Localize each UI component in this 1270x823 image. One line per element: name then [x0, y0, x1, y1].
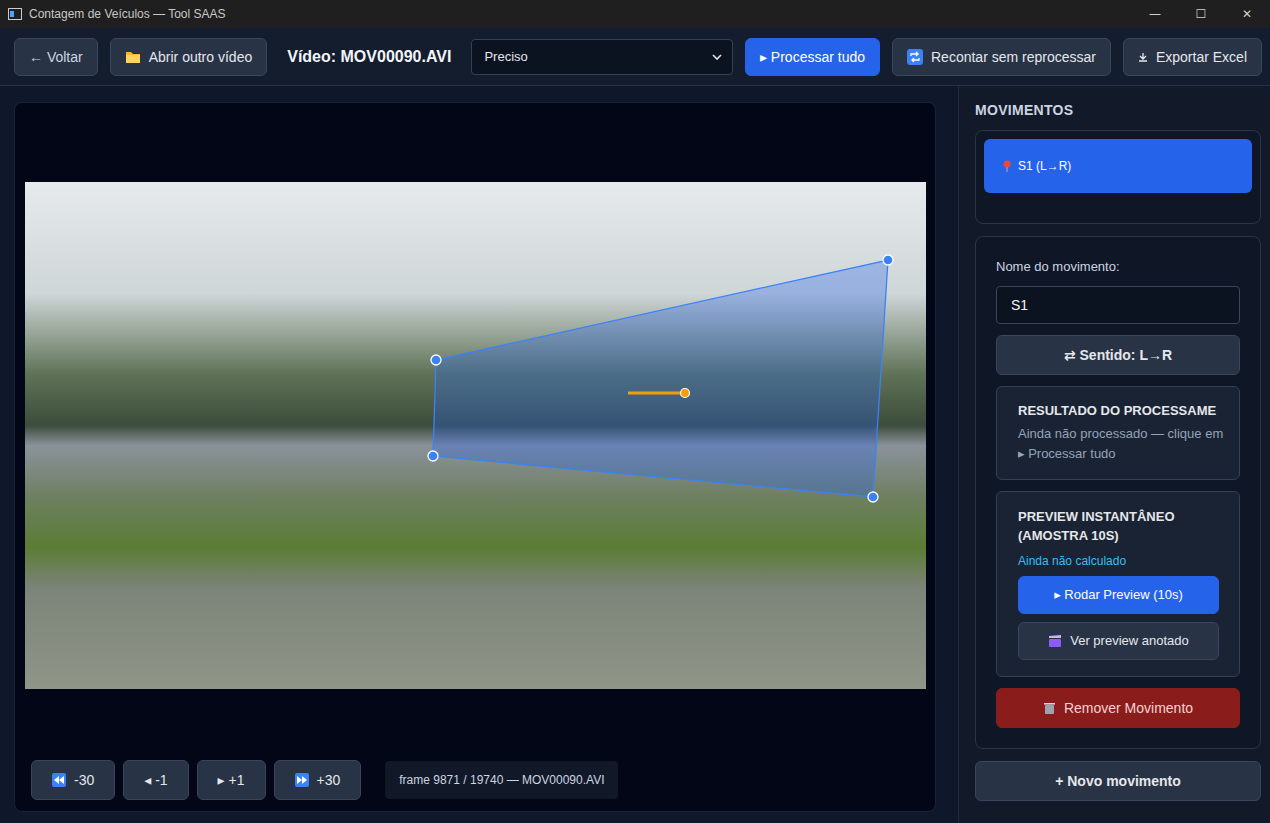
- movements-list: S1 (L→R): [975, 130, 1261, 224]
- result-section: RESULTADO DO PROCESSAME Ainda não process…: [996, 386, 1240, 480]
- window-control[interactable]: ✕: [1224, 0, 1270, 28]
- rewind-icon: [52, 773, 66, 787]
- roi-handle[interactable]: [868, 492, 878, 502]
- recount-button[interactable]: Recontar sem reprocessar: [892, 38, 1111, 76]
- export-excel-button[interactable]: Exportar Excel: [1123, 38, 1262, 76]
- seek-button[interactable]: ◂ -1: [123, 760, 188, 800]
- video-label: Vídeo: MOV00090.AVI: [279, 48, 459, 66]
- player-controls: -30◂ -1▸ +1+30 frame 9871 / 19740 — MOV00…: [15, 760, 935, 811]
- run-preview-button[interactable]: ▸ Rodar Preview (10s): [1018, 576, 1219, 614]
- new-movement-button[interactable]: + Novo movimento: [975, 761, 1261, 801]
- video-frame: [25, 182, 926, 689]
- download-icon: [1138, 52, 1148, 62]
- result-title: RESULTADO DO PROCESSAME: [1018, 403, 1229, 418]
- preview-status: Ainda não calculado: [1018, 554, 1219, 568]
- roi-handle[interactable]: [883, 255, 893, 265]
- folder-icon: [125, 50, 141, 64]
- title-bar: Contagem de Veículos — Tool SAAS —☐✕: [0, 0, 1270, 28]
- process-all-button[interactable]: ▸ Processar tudo: [745, 38, 880, 76]
- movement-item[interactable]: S1 (L→R): [984, 139, 1252, 193]
- app-icon: [8, 8, 22, 20]
- roi-handle[interactable]: [428, 451, 438, 461]
- roi-handle[interactable]: [431, 355, 441, 365]
- roi-overlay[interactable]: [25, 182, 926, 689]
- movements-heading: MOVIMENTOS: [975, 102, 1261, 118]
- movement-editor: Nome do movimento: ⇄ Sentido: L→R RESULTAD…: [975, 236, 1261, 749]
- direction-button[interactable]: ⇄ Sentido: L→R: [996, 335, 1240, 375]
- preview-title: PREVIEW INSTANTÂNEO (AMOSTRA 10S): [1018, 508, 1219, 546]
- seek-button[interactable]: ▸ +1: [197, 760, 266, 800]
- trash-icon: [1043, 701, 1056, 715]
- roi-polygon[interactable]: [433, 260, 888, 497]
- name-input[interactable]: [996, 286, 1240, 324]
- seek-button[interactable]: +30: [274, 760, 362, 800]
- window-control[interactable]: ☐: [1178, 0, 1224, 28]
- window-title: Contagem de Veículos — Tool SAAS: [29, 7, 226, 21]
- result-text: Ainda não processado — clique em ▸ Proce…: [1018, 424, 1229, 463]
- window-control[interactable]: —: [1132, 0, 1178, 28]
- sidebar: MOVIMENTOS S1 (L→R) Nome do movimento: ⇄ Se…: [958, 86, 1270, 823]
- preview-section: PREVIEW INSTANTÂNEO (AMOSTRA 10S) Ainda n…: [996, 491, 1240, 677]
- pin-icon: [1002, 160, 1012, 172]
- video-canvas: -30◂ -1▸ +1+30 frame 9871 / 19740 — MOV00…: [14, 102, 936, 812]
- back-button[interactable]: ← Voltar: [14, 38, 98, 76]
- name-label: Nome do movimento:: [996, 259, 1240, 274]
- app-window: Contagem de Veículos — Tool SAAS—☐✕← Vol…: [0, 0, 1270, 823]
- toolbar: ← Voltar Abrir outro vídeo Vídeo: MOV00090…: [0, 28, 1270, 86]
- seek-button[interactable]: -30: [31, 760, 115, 800]
- annotated-preview-button[interactable]: Ver preview anotado: [1018, 622, 1219, 660]
- repeat-icon: [907, 49, 923, 65]
- fast-forward-icon: [295, 773, 309, 787]
- open-video-button[interactable]: Abrir outro vídeo: [110, 38, 268, 76]
- remove-movement-button[interactable]: Remover Movimento: [996, 688, 1240, 728]
- frame-info: frame 9871 / 19740 — MOV00090.AVI: [385, 761, 618, 799]
- chevron-down-icon: [712, 54, 722, 60]
- mode-select[interactable]: Preciso: [471, 39, 733, 75]
- clapper-icon: [1048, 634, 1062, 648]
- direction-handle[interactable]: [680, 389, 689, 398]
- direction-arrow[interactable]: [628, 392, 685, 395]
